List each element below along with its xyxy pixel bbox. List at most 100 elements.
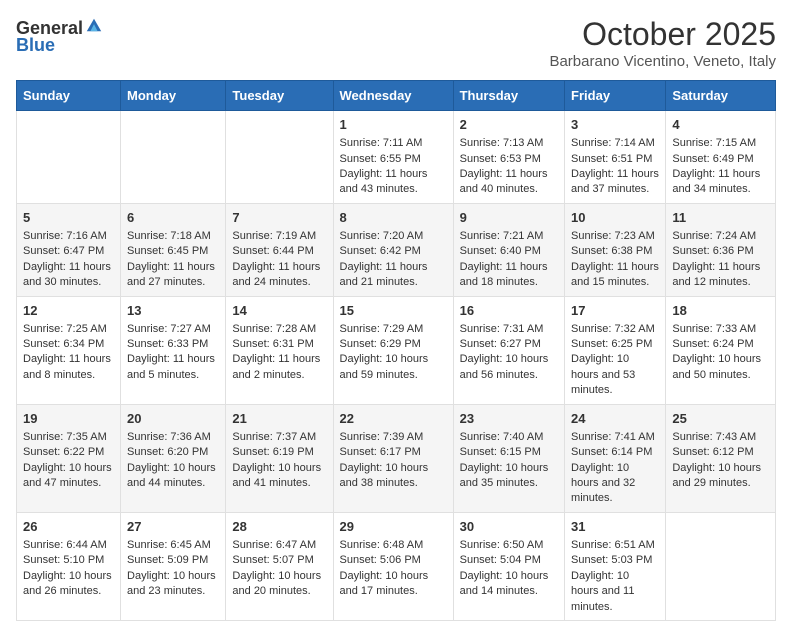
calendar-cell: 30 Sunrise: 6:50 AMSunset: 5:04 PMDayligh…: [453, 512, 564, 620]
day-info: Sunrise: 7:27 AM: [127, 322, 219, 337]
day-info: Sunrise: 7:19 AM: [232, 229, 326, 244]
day-info: Sunrise: 7:25 AM: [23, 322, 114, 337]
page-subtitle: Barbarano Vicentino, Veneto, Italy: [549, 53, 776, 70]
day-info: Daylight: 10 hours and 47 minutes.: [23, 461, 114, 492]
calendar-cell: 8 Sunrise: 7:20 AMSunset: 6:42 PMDaylight…: [333, 203, 453, 296]
calendar-cell: 13Sunrise: 7:27 AMSunset: 6:33 PMDayligh…: [121, 296, 226, 404]
logo-blue-text: Blue: [16, 35, 55, 56]
day-info: Sunrise: 6:44 AM: [23, 538, 114, 553]
day-info: Sunset: 5:10 PM: [23, 553, 114, 568]
calendar-cell: 20Sunrise: 7:36 AMSunset: 6:20 PMDayligh…: [121, 404, 226, 512]
day-info: Daylight: 11 hours and 2 minutes.: [232, 352, 326, 383]
day-info: Sunrise: 7:15 AM: [672, 136, 769, 151]
day-info: Sunrise: 7:31 AM: [460, 322, 558, 337]
calendar-cell: 10Sunrise: 7:23 AMSunset: 6:38 PMDayligh…: [565, 203, 666, 296]
day-info: Daylight: 10 hours and 17 minutes.: [340, 569, 447, 600]
day-info: Sunrise: 7:37 AM: [232, 430, 326, 445]
day-info: Sunset: 6:24 PM: [672, 337, 769, 352]
day-info: Sunrise: 7:20 AM: [340, 229, 447, 244]
day-number: 8: [340, 209, 447, 227]
day-info: Sunset: 5:04 PM: [460, 553, 558, 568]
day-number: 19: [23, 410, 114, 428]
header-monday: Monday: [121, 81, 226, 111]
day-number: 30: [460, 518, 558, 536]
day-number: 3: [571, 116, 659, 134]
day-number: 20: [127, 410, 219, 428]
day-info: Daylight: 10 hours and 38 minutes.: [340, 461, 447, 492]
day-info: Sunrise: 6:47 AM: [232, 538, 326, 553]
day-info: Sunset: 6:12 PM: [672, 445, 769, 460]
day-number: 5: [23, 209, 114, 227]
calendar-cell: 7Sunrise: 7:19 AMSunset: 6:44 PMDaylight…: [226, 203, 333, 296]
title-section: October 2025 Barbarano Vicentino, Veneto…: [549, 16, 776, 70]
day-number: 4: [672, 116, 769, 134]
day-info: Sunrise: 7:16 AM: [23, 229, 114, 244]
day-info: Sunset: 5:07 PM: [232, 553, 326, 568]
day-info: Sunset: 5:09 PM: [127, 553, 219, 568]
calendar-week-row: 12Sunrise: 7:25 AMSunset: 6:34 PMDayligh…: [17, 296, 776, 404]
page-title: October 2025: [549, 16, 776, 53]
calendar-cell: 14 Sunrise: 7:28 AMSunset: 6:31 PMDayligh…: [226, 296, 333, 404]
page-header: General Blue October 2025 Barbarano Vice…: [16, 16, 776, 70]
calendar-cell: 23Sunrise: 7:40 AMSunset: 6:15 PMDayligh…: [453, 404, 564, 512]
calendar-week-row: 26 Sunrise: 6:44 AMSunset: 5:10 PM Dayligh…: [17, 512, 776, 620]
day-info: Daylight: 10 hours and 35 minutes.: [460, 461, 558, 492]
header-friday: Friday: [565, 81, 666, 111]
calendar-cell: 26Sunrise: 6:44 AMSunset: 5:10 PMDayligh…: [17, 512, 121, 620]
day-info: Sunset: 6:36 PM: [672, 244, 769, 259]
day-info: Sunset: 6:31 PM: [232, 337, 326, 352]
day-info: Sunset: 6:27 PM: [460, 337, 558, 352]
day-info: Sunrise: 7:13 AM: [460, 136, 558, 151]
day-info: Sunset: 6:44 PM: [232, 244, 326, 259]
day-number: 26: [23, 518, 114, 536]
calendar-cell: 18Sunrise: 7:33 AMSunset: 6:24 PMDayligh…: [666, 296, 776, 404]
day-info: Daylight: 10 hours and 56 minutes.: [460, 352, 558, 383]
day-info: Daylight: 11 hours and 5 minutes.: [127, 352, 219, 383]
calendar-cell: [226, 111, 333, 204]
day-number: 29: [340, 518, 447, 536]
calendar-cell: 2Sunrise: 7:13 AMSunset: 6:53 PMDaylight…: [453, 111, 564, 204]
day-info: Sunrise: 7:33 AM: [672, 322, 769, 337]
logo-icon: [85, 16, 103, 34]
header-sunday: Sunday: [17, 81, 121, 111]
calendar-cell: 5Sunrise: 7:16 AMSunset: 6:47 PMDaylight…: [17, 203, 121, 296]
day-number: 14: [232, 302, 326, 320]
day-info: Sunset: 6:53 PM: [460, 152, 558, 167]
day-info: Sunset: 6:22 PM: [23, 445, 114, 460]
day-info: Sunset: 6:29 PM: [340, 337, 447, 352]
day-info: Sunrise: 7:35 AM: [23, 430, 114, 445]
day-info: Daylight: 10 hours and 41 minutes.: [232, 461, 326, 492]
calendar-cell: 9Sunrise: 7:21 AMSunset: 6:40 PMDaylight…: [453, 203, 564, 296]
calendar-cell: 21Sunrise: 7:37 AMSunset: 6:19 PMDayligh…: [226, 404, 333, 512]
day-info: Daylight: 11 hours and 12 minutes.: [672, 260, 769, 291]
day-info: Sunrise: 6:50 AM: [460, 538, 558, 553]
day-info: Daylight: 10 hours and 59 minutes.: [340, 352, 447, 383]
calendar-week-row: 1Sunrise: 7:11 AMSunset: 6:55 PMDaylight…: [17, 111, 776, 204]
calendar-cell: 29Sunrise: 6:48 AMSunset: 5:06 PMDayligh…: [333, 512, 453, 620]
day-number: 17: [571, 302, 659, 320]
day-info: Daylight: 10 hours and 14 minutes.: [460, 569, 558, 600]
calendar-cell: 22Sunrise: 7:39 AMSunset: 6:17 PMDayligh…: [333, 404, 453, 512]
day-info: Sunrise: 7:28 AM: [232, 322, 326, 337]
day-number: 28: [232, 518, 326, 536]
day-number: 2: [460, 116, 558, 134]
day-info: Sunset: 6:47 PM: [23, 244, 114, 259]
day-number: 6: [127, 209, 219, 227]
calendar-cell: 27Sunrise: 6:45 AMSunset: 5:09 PMDayligh…: [121, 512, 226, 620]
calendar-cell: 12Sunrise: 7:25 AMSunset: 6:34 PMDayligh…: [17, 296, 121, 404]
day-info: Sunset: 6:38 PM: [571, 244, 659, 259]
calendar-cell: 24Sunrise: 7:41 AMSunset: 6:14 PMDayligh…: [565, 404, 666, 512]
day-info: Sunset: 6:51 PM: [571, 152, 659, 167]
header-wednesday: Wednesday: [333, 81, 453, 111]
day-number: 10: [571, 209, 659, 227]
day-info: Sunset: 6:20 PM: [127, 445, 219, 460]
calendar-cell: 6Sunrise: 7:18 AMSunset: 6:45 PMDaylight…: [121, 203, 226, 296]
calendar-cell: 11Sunrise: 7:24 AMSunset: 6:36 PMDayligh…: [666, 203, 776, 296]
day-info: Sunset: 5:06 PM: [340, 553, 447, 568]
day-number: 31: [571, 518, 659, 536]
day-number: 18: [672, 302, 769, 320]
day-info: Sunset: 6:49 PM: [672, 152, 769, 167]
calendar-cell: 31Sunrise: 6:51 AMSunset: 5:03 PMDayligh…: [565, 512, 666, 620]
day-info: Daylight: 11 hours and 21 minutes.: [340, 260, 447, 291]
day-info: Sunset: 6:42 PM: [340, 244, 447, 259]
